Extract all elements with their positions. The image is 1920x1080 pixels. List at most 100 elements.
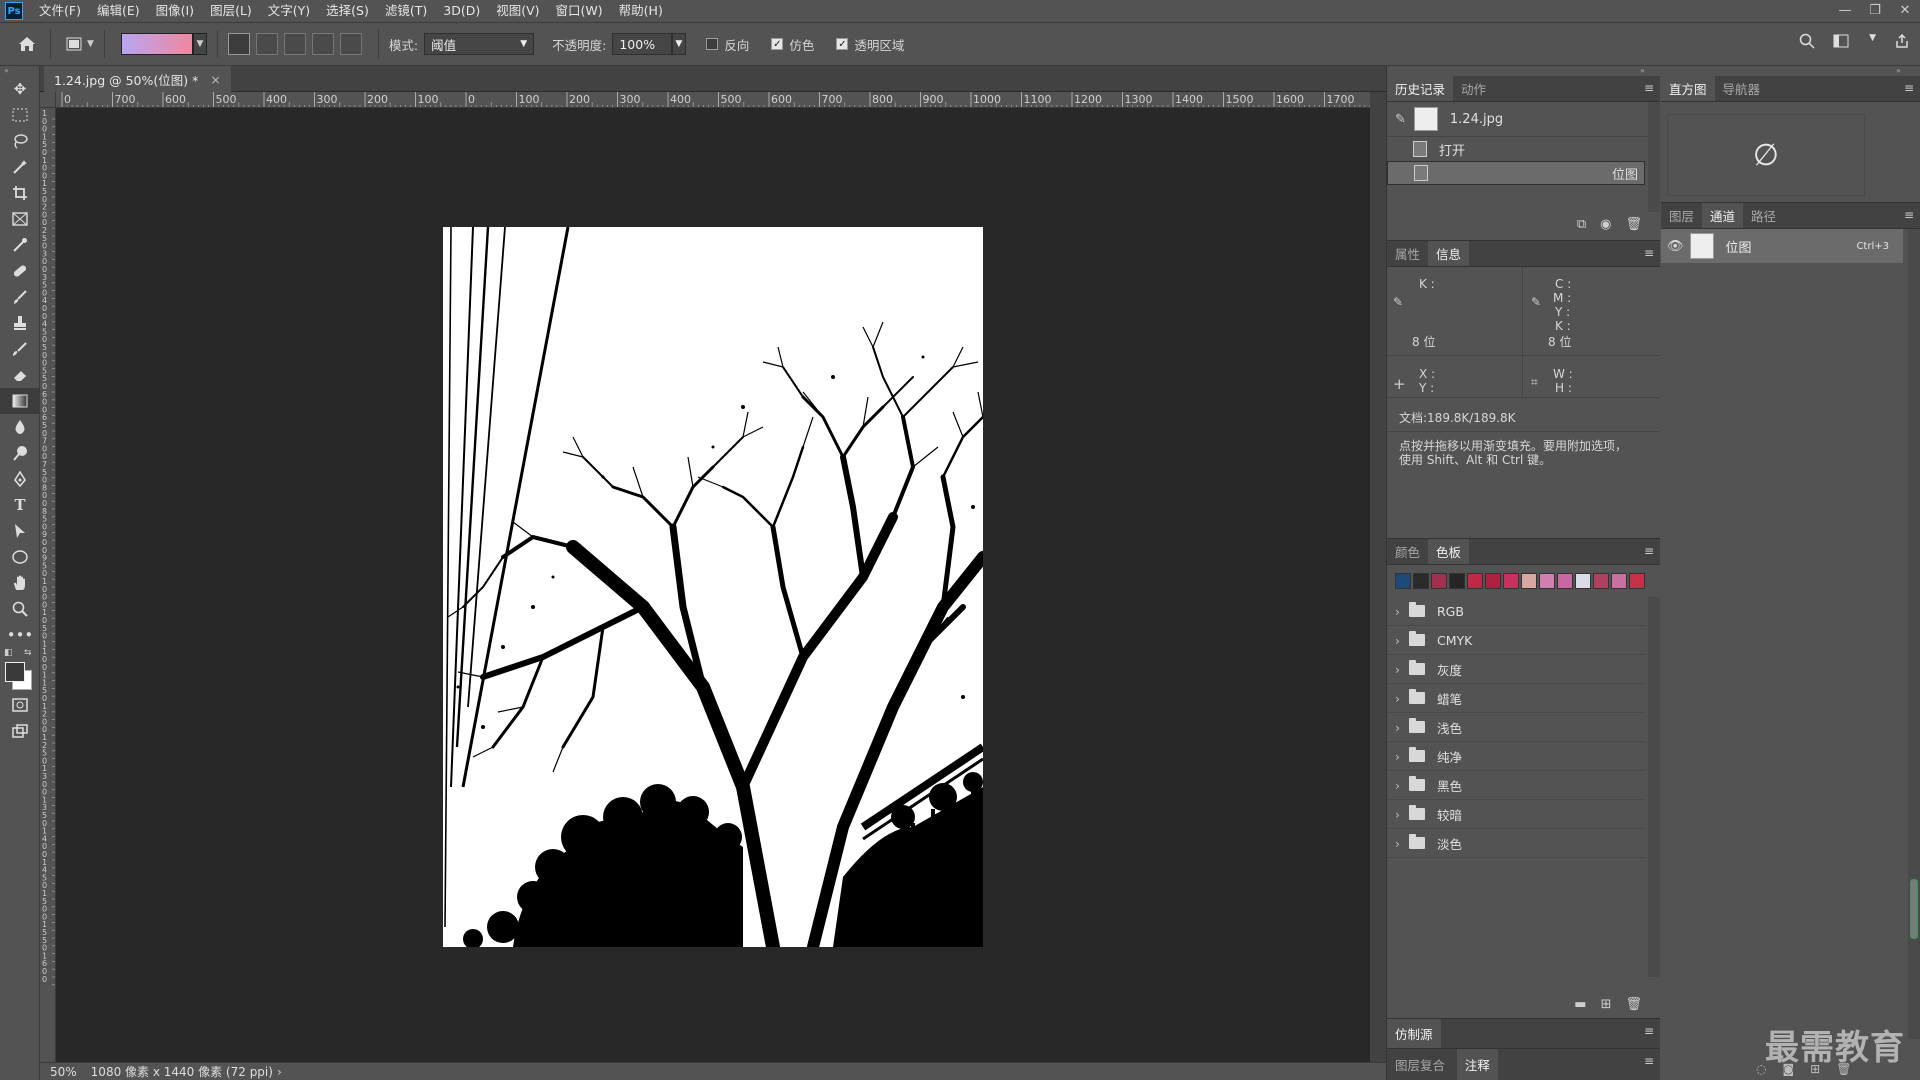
tab-actions[interactable]: 动作: [1453, 76, 1494, 101]
stamp-tool-icon[interactable]: [0, 310, 40, 336]
mode-select[interactable]: 阈值 ▼: [424, 33, 535, 55]
tab-history[interactable]: 历史记录: [1387, 76, 1454, 101]
collapse-icon[interactable]: »: [1640, 66, 1660, 76]
chevron-right-icon[interactable]: ›: [1395, 604, 1409, 619]
reverse-checkbox[interactable]: [706, 38, 719, 50]
menu-file[interactable]: 文件(F): [31, 0, 89, 22]
swatch-group-row[interactable]: › CMYK: [1387, 626, 1645, 655]
menu-select[interactable]: 选择(S): [318, 0, 377, 22]
close-tab-icon[interactable]: ×: [210, 72, 220, 87]
chevron-right-icon[interactable]: ›: [1395, 807, 1409, 822]
pen-tool-icon[interactable]: [0, 466, 40, 492]
swatch-group-row[interactable]: › 蜡笔: [1387, 684, 1645, 713]
channel-row[interactable]: 👁 位图 Ctrl+3: [1661, 229, 1903, 263]
horizontal-ruler[interactable]: 0 700 600 500 400 300 200 100 0 100 200 300 400 500 60…: [56, 92, 1370, 108]
panel-menu-icon[interactable]: ≡: [1644, 246, 1654, 260]
dodge-tool-icon[interactable]: [0, 440, 40, 466]
frame-tool-icon[interactable]: [0, 206, 40, 232]
canvas-area[interactable]: [56, 108, 1370, 1062]
restore-icon[interactable]: ❐: [1860, 0, 1890, 22]
swatch-color[interactable]: [1521, 573, 1537, 589]
swatch-color[interactable]: [1593, 573, 1609, 589]
swatch-color[interactable]: [1629, 573, 1645, 589]
move-tool-icon[interactable]: ✥: [0, 76, 40, 102]
history-snapshot[interactable]: ✎ 1.24.jpg: [1387, 102, 1660, 136]
path-selection-tool-icon[interactable]: [0, 518, 40, 544]
menu-edit[interactable]: 编辑(E): [89, 0, 148, 22]
swatch-color[interactable]: [1431, 573, 1447, 589]
tab-info[interactable]: 信息: [1428, 241, 1470, 266]
color-swatches[interactable]: ◧ ⇆: [0, 648, 39, 692]
diamond-gradient-button[interactable]: [339, 33, 362, 55]
tab-clone-source[interactable]: 仿制源: [1387, 1019, 1441, 1048]
chevron-down-icon[interactable]: ▼: [87, 39, 94, 49]
swatch-color[interactable]: [1557, 573, 1573, 589]
minimize-icon[interactable]: —: [1830, 0, 1860, 22]
type-tool-icon[interactable]: T: [0, 492, 40, 518]
gradient-dropdown-icon[interactable]: ▼: [192, 33, 207, 55]
reverse-option[interactable]: 反向: [706, 35, 755, 54]
eyedropper-tool-icon[interactable]: [0, 232, 40, 258]
channels-scroll-thumb[interactable]: [1910, 879, 1918, 939]
tab-layers[interactable]: 图层: [1661, 203, 1702, 228]
share-icon[interactable]: [1894, 33, 1910, 52]
radial-gradient-button[interactable]: [255, 33, 278, 55]
ellipse-tool-icon[interactable]: [0, 544, 40, 570]
panel-menu-icon[interactable]: ≡: [1904, 81, 1914, 95]
reflected-gradient-button[interactable]: [311, 33, 334, 55]
new-document-from-state-icon[interactable]: ⧉: [1577, 217, 1586, 232]
foreground-color[interactable]: [5, 662, 25, 682]
tab-navigator[interactable]: 导航器: [1715, 76, 1769, 101]
panel-menu-icon[interactable]: ≡: [1904, 208, 1914, 222]
swatch-group-row[interactable]: › RGB: [1387, 597, 1645, 626]
camera-icon[interactable]: ◉: [1600, 217, 1611, 232]
hand-tool-icon[interactable]: [0, 570, 40, 596]
chevron-right-icon[interactable]: ›: [1395, 836, 1409, 851]
document-info[interactable]: 1080 像素 x 1440 像素 (72 ppi): [91, 1063, 273, 1080]
search-icon[interactable]: [1799, 33, 1815, 52]
eraser-tool-icon[interactable]: [0, 362, 40, 388]
menu-3d[interactable]: 3D(D): [435, 0, 488, 22]
swatch-color[interactable]: [1539, 573, 1555, 589]
document-tab[interactable]: 1.24.jpg @ 50%(位图) * ×: [44, 66, 231, 92]
opacity-dropdown-icon[interactable]: ▼: [672, 33, 687, 55]
swatch-group-row[interactable]: › 浅色: [1387, 713, 1645, 742]
collapse-icon[interactable]: »: [1896, 66, 1916, 76]
tab-swatches[interactable]: 色板: [1428, 539, 1470, 564]
swatches-scrollbar[interactable]: [1648, 597, 1660, 977]
swatch-group-row[interactable]: › 淡色: [1387, 829, 1645, 858]
tab-color[interactable]: 颜色: [1387, 539, 1428, 564]
new-group-folder-icon[interactable]: ▬: [1574, 997, 1586, 1012]
menu-filter[interactable]: 滤镜(T): [377, 0, 435, 22]
more-tools-icon[interactable]: •••: [0, 622, 40, 648]
screen-mode-icon[interactable]: [0, 718, 40, 744]
angle-gradient-button[interactable]: [283, 33, 306, 55]
menu-image[interactable]: 图像(I): [148, 0, 202, 22]
tab-layer-comps[interactable]: 图层复合: [1387, 1049, 1453, 1080]
swatch-color[interactable]: [1413, 573, 1429, 589]
swatch-color[interactable]: [1503, 573, 1519, 589]
tool-preset-icon[interactable]: [61, 31, 87, 57]
panel-menu-icon[interactable]: ≡: [1644, 1054, 1654, 1068]
gradient-tool-icon[interactable]: [0, 388, 40, 414]
tab-properties[interactable]: 属性: [1387, 241, 1428, 266]
chevron-right-icon[interactable]: ›: [1395, 691, 1409, 706]
swatch-color[interactable]: [1485, 573, 1501, 589]
swatch-group-row[interactable]: › 较暗: [1387, 800, 1645, 829]
zoom-level[interactable]: 50%: [50, 1065, 77, 1079]
swatch-color[interactable]: [1395, 573, 1411, 589]
panel-menu-icon[interactable]: ≡: [1644, 1024, 1654, 1038]
collapse-icon[interactable]: »: [0, 66, 39, 76]
marquee-tool-icon[interactable]: [0, 102, 40, 128]
swatch-group-row[interactable]: › 黑色: [1387, 771, 1645, 800]
swatch-group-row[interactable]: › 纯净: [1387, 742, 1645, 771]
gradient-picker[interactable]: [120, 33, 193, 55]
menu-layer[interactable]: 图层(L): [202, 0, 260, 22]
quick-mask-icon[interactable]: [0, 692, 40, 718]
panel-menu-icon[interactable]: ≡: [1644, 81, 1654, 95]
transparency-option[interactable]: ✓ 透明区域: [836, 35, 910, 54]
opacity-input[interactable]: 100%: [612, 33, 673, 55]
chevron-right-icon[interactable]: ›: [277, 1065, 282, 1079]
chevron-right-icon[interactable]: ›: [1395, 662, 1409, 677]
dither-option[interactable]: ✓ 仿色: [771, 35, 820, 54]
